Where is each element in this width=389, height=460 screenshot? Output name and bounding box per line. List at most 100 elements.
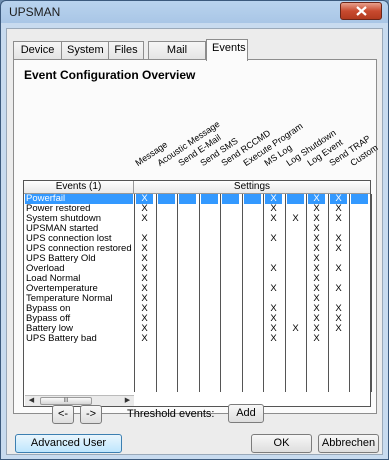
setting-cell[interactable] — [287, 334, 304, 344]
setting-cell[interactable] — [351, 264, 368, 274]
setting-cell[interactable] — [287, 294, 304, 304]
setting-cell[interactable] — [351, 224, 368, 234]
setting-cell[interactable] — [158, 314, 175, 324]
setting-cell[interactable]: X — [265, 264, 282, 274]
setting-cell[interactable] — [179, 244, 196, 254]
event-name-cell[interactable]: UPS connection restored — [25, 244, 133, 254]
setting-cell[interactable] — [351, 254, 368, 264]
setting-cell[interactable] — [179, 294, 196, 304]
tab-events[interactable]: Events — [206, 39, 248, 61]
events-column-header[interactable]: Events (1) — [24, 181, 134, 194]
setting-cell[interactable] — [244, 204, 261, 214]
setting-cell[interactable] — [179, 304, 196, 314]
setting-cell[interactable] — [222, 244, 239, 254]
setting-cell[interactable] — [158, 304, 175, 314]
setting-cell[interactable]: X — [287, 214, 304, 224]
setting-cell[interactable] — [351, 234, 368, 244]
scroll-right-icon[interactable]: ▶ — [122, 396, 133, 406]
setting-cell[interactable] — [179, 234, 196, 244]
setting-cell[interactable] — [179, 284, 196, 294]
setting-cell[interactable]: X — [287, 324, 304, 334]
setting-cell[interactable] — [179, 224, 196, 234]
tab-mail-server[interactable]: Mail Server — [148, 41, 206, 73]
event-name-cell[interactable]: Powerfail — [25, 194, 133, 204]
setting-cell[interactable] — [158, 234, 175, 244]
setting-cell[interactable] — [179, 334, 196, 344]
setting-cell[interactable] — [179, 194, 196, 204]
event-name-cell[interactable]: Load Normal — [25, 274, 133, 284]
setting-cell[interactable] — [158, 294, 175, 304]
setting-cell[interactable] — [222, 274, 239, 284]
event-name-cell[interactable]: Bypass off — [25, 314, 133, 324]
event-settings-grid[interactable]: Events (1) Settings Powerfail X X X X Power r… — [23, 180, 372, 407]
event-name-cell[interactable]: UPS connection lost — [25, 234, 133, 244]
setting-cell[interactable] — [287, 274, 304, 284]
setting-cell[interactable] — [179, 324, 196, 334]
setting-cell[interactable] — [179, 204, 196, 214]
setting-cell[interactable] — [244, 264, 261, 274]
setting-cell[interactable] — [201, 204, 218, 214]
tab-system[interactable]: System — [61, 41, 109, 60]
event-name-cell[interactable]: UPS Battery bad — [25, 334, 133, 344]
tab-files[interactable]: Files — [108, 41, 144, 60]
event-name-cell[interactable]: Overload — [25, 264, 133, 274]
setting-cell[interactable] — [351, 214, 368, 224]
setting-cell[interactable] — [244, 274, 261, 284]
setting-cell[interactable] — [222, 254, 239, 264]
setting-cell[interactable] — [222, 234, 239, 244]
setting-cell[interactable] — [330, 334, 347, 344]
setting-cell[interactable] — [351, 304, 368, 314]
setting-cell[interactable] — [201, 194, 218, 204]
setting-cell[interactable]: X — [265, 334, 282, 344]
setting-cell[interactable] — [222, 194, 239, 204]
ok-button[interactable]: OK — [251, 434, 312, 453]
setting-cell[interactable] — [222, 304, 239, 314]
event-name-cell[interactable]: UPS Battery Old — [25, 254, 133, 264]
event-name-cell[interactable]: UPSMAN started — [25, 224, 133, 234]
setting-cell[interactable]: X — [265, 284, 282, 294]
setting-cell[interactable] — [158, 194, 175, 204]
setting-cell[interactable] — [222, 324, 239, 334]
scroll-thumb[interactable]: III — [40, 397, 92, 405]
setting-cell[interactable] — [287, 254, 304, 264]
cancel-button[interactable]: Abbrechen — [318, 434, 379, 453]
setting-cell[interactable] — [222, 284, 239, 294]
setting-cell[interactable]: X — [308, 334, 325, 344]
setting-cell[interactable] — [244, 214, 261, 224]
setting-cell[interactable] — [244, 254, 261, 264]
setting-cell[interactable] — [244, 304, 261, 314]
setting-cell[interactable] — [287, 264, 304, 274]
setting-cell[interactable] — [244, 284, 261, 294]
setting-cell[interactable] — [158, 254, 175, 264]
setting-cell[interactable] — [222, 294, 239, 304]
setting-cell[interactable] — [179, 214, 196, 224]
event-name-cell[interactable]: Battery low — [25, 324, 133, 334]
setting-cell[interactable] — [222, 314, 239, 324]
setting-cell[interactable] — [222, 214, 239, 224]
next-button[interactable]: -> — [80, 405, 102, 424]
event-name-cell[interactable]: Temperature Normal — [25, 294, 133, 304]
setting-cell[interactable] — [158, 284, 175, 294]
event-name-cell[interactable]: Bypass on — [25, 304, 133, 314]
setting-cell[interactable]: X — [330, 284, 347, 294]
setting-cell[interactable] — [179, 274, 196, 284]
setting-cell[interactable] — [287, 244, 304, 254]
setting-cell[interactable] — [201, 324, 218, 334]
setting-cell[interactable] — [244, 314, 261, 324]
setting-cell[interactable] — [351, 334, 368, 344]
setting-cell[interactable] — [179, 254, 196, 264]
setting-cell[interactable] — [287, 284, 304, 294]
setting-cell[interactable] — [265, 244, 282, 254]
setting-cell[interactable] — [244, 294, 261, 304]
setting-cell[interactable] — [158, 204, 175, 214]
setting-cell[interactable] — [244, 334, 261, 344]
setting-cell[interactable] — [351, 284, 368, 294]
setting-cell[interactable] — [244, 224, 261, 234]
setting-cell[interactable]: X — [330, 214, 347, 224]
setting-cell[interactable] — [201, 294, 218, 304]
scroll-left-icon[interactable]: ◀ — [26, 396, 37, 406]
setting-cell[interactable] — [244, 234, 261, 244]
setting-cell[interactable] — [244, 324, 261, 334]
event-name-cell[interactable]: Power restored — [25, 204, 133, 214]
add-threshold-button[interactable]: Add — [228, 404, 264, 423]
